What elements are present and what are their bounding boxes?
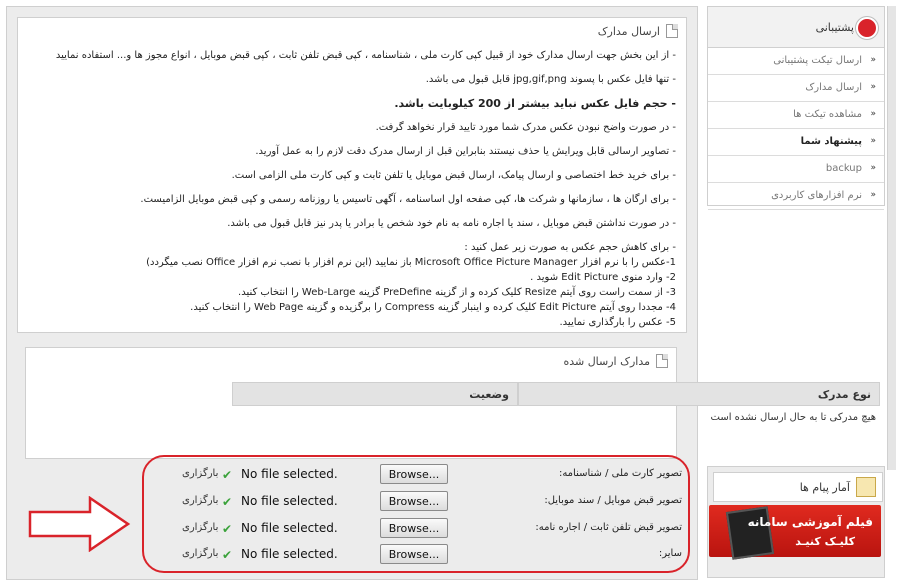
sidebar-item-backup[interactable]: « backup [708, 156, 884, 183]
sidebar-item-software[interactable]: « نرم افزارهای کاربردی [708, 183, 884, 210]
chevron-left-icon: « [870, 109, 876, 119]
rule-item: - تنها فایل عکس با پسوند jpg,gif,png قاب… [425, 74, 676, 85]
sidebar-item-label: مشاهده تیکت ها [793, 109, 862, 120]
sidebar-item-label: ارسال تیکت پشتیبانی [773, 55, 862, 66]
message-stats[interactable]: آمار پیام ها [713, 472, 883, 502]
step-item: 1-عکس را با نرم افزار Microsoft Office P… [146, 257, 676, 268]
step-item: 3- از سمت راست روی آیتم Resize کلیک کرده… [238, 287, 676, 298]
notepad-icon [856, 477, 876, 497]
chevron-left-icon: « [870, 163, 876, 173]
chevron-left-icon: « [870, 82, 876, 92]
rule-item: - برای ارگان ها ، سازمانها و شرکت ها، کپ… [140, 194, 676, 205]
col-doc-type: نوع مدرک [518, 382, 880, 406]
sidebar-item-label: پیشنهاد شما [800, 136, 862, 147]
rule-item: - از این بخش جهت ارسال مدارک خود از قبیل… [55, 50, 676, 61]
stats-label: آمار پیام ها [799, 481, 850, 494]
send-docs-title: ارسال مدارک [597, 24, 660, 38]
document-icon [666, 24, 678, 38]
sent-docs-table-header: نوع مدرک وضعیت [232, 382, 880, 406]
sidebar-item-view-tickets[interactable]: « مشاهده تیکت ها [708, 102, 884, 129]
step-item: 2- وارد منوی Edit Picture شوید . [530, 272, 676, 283]
support-icon [856, 17, 878, 39]
col-status: وضعیت [232, 382, 518, 406]
sidebar-item-send-ticket[interactable]: « ارسال تیکت پشتیبانی [708, 48, 884, 75]
step-item: 4- مجددا روی آیتم Edit Picture کلیک کرده… [190, 302, 676, 313]
highlight-box [142, 455, 690, 573]
sidebar-item-label: نرم افزارهای کاربردی [771, 190, 862, 201]
sent-docs-header: مدارک ارسال شده [563, 354, 668, 368]
empty-message: هیچ مدرکی تا به حال ارسال نشده است [710, 412, 876, 423]
sent-docs-title: مدارک ارسال شده [563, 354, 650, 368]
tutorial-video-banner[interactable]: فیلم آموزشی سامانه کلیـک کنیـد [709, 505, 881, 560]
sidebar-title: پشتیبانی [815, 21, 854, 34]
sidebar-item-suggestion[interactable]: « پیشنهاد شما [708, 129, 884, 156]
sidebar-item-label: backup [825, 163, 862, 174]
rule-item: - تصاویر ارسالی قابل ویرایش یا حذف نیستن… [255, 146, 676, 157]
rule-item: - حجم فایل عکس نباید بیشتر از 200 کیلوبا… [394, 97, 676, 110]
document-icon [656, 354, 668, 368]
rules-list: - از این بخش جهت ارسال مدارک خود از قبیل… [26, 48, 676, 330]
send-docs-panel: ارسال مدارک - از این بخش جهت ارسال مدارک… [17, 17, 687, 333]
promo-line-1: فیلم آموزشی سامانه [747, 515, 873, 529]
compress-steps: - برای کاهش حجم عکس به صورت زیر عمل کنید… [26, 240, 676, 330]
step-item: 5- عکس را بارگذاری نمایید. [559, 317, 677, 328]
arrow-right-icon [28, 496, 131, 552]
send-docs-header: ارسال مدارک [598, 24, 678, 38]
rule-item: - در صورت واضح نبودن عکس مدرک شما مورد ت… [375, 122, 676, 133]
sidebar: پشتیبانی « ارسال تیکت پشتیبانی « ارسال مدا… [707, 6, 885, 210]
chevron-left-icon: « [870, 190, 876, 200]
sidebar-item-label: ارسال مدارک [805, 82, 862, 93]
rule-item: - برای خرید خط اختصاصی و ارسال پیامک، ار… [231, 170, 676, 181]
step-item: - برای کاهش حجم عکس به صورت زیر عمل کنید… [464, 242, 676, 253]
scrollbar[interactable] [887, 6, 896, 470]
chevron-left-icon: « [870, 55, 876, 65]
rule-item: - در صورت نداشتن قبض موبایل ، سند یا اجا… [227, 218, 676, 229]
promo-line-2: کلیـک کنیـد [795, 535, 855, 548]
sidebar-item-send-docs[interactable]: « ارسال مدارک [708, 75, 884, 102]
sidebar-header: پشتیبانی [708, 7, 884, 48]
chevron-left-icon: « [870, 136, 876, 146]
